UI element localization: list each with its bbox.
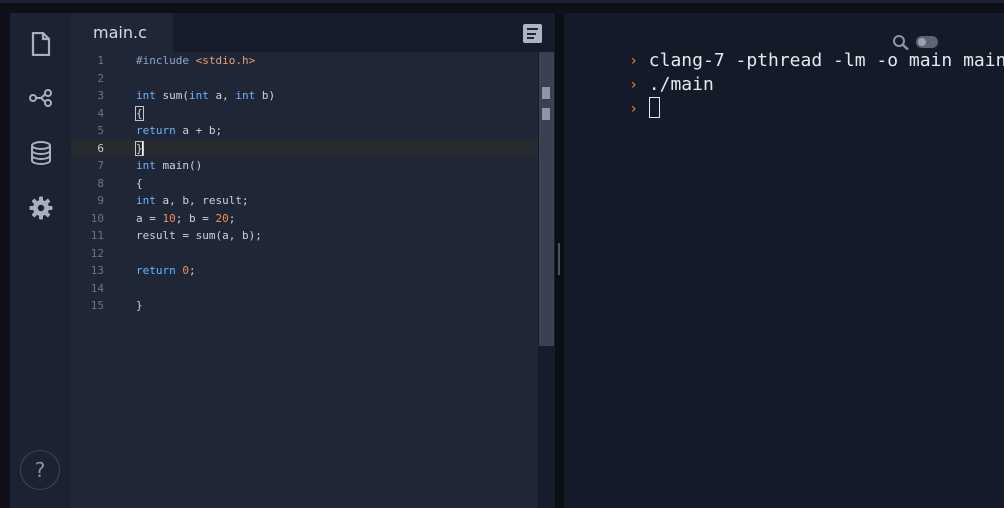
line-number: 7 [97, 159, 104, 172]
help-button[interactable]: ? [20, 450, 60, 490]
scrollbar-marker [542, 108, 550, 120]
editor-tab-bar: main.c [71, 13, 555, 52]
line-number: 9 [97, 194, 104, 207]
terminal-line: › [586, 73, 660, 118]
code-text: } [136, 299, 143, 312]
code-text: int sum(int a, int b) [136, 89, 276, 102]
line-number: 1 [97, 54, 104, 67]
line-number: 5 [97, 124, 104, 137]
line-number: 11 [90, 229, 104, 242]
database-icon [30, 141, 51, 165]
code-text: #include <stdio.h> [136, 54, 256, 67]
file-icon [31, 32, 50, 56]
editor-menu-button[interactable] [523, 24, 542, 43]
line-number: 10 [90, 211, 104, 225]
help-label: ? [34, 458, 46, 482]
code-text: { [136, 176, 143, 190]
editor-scrollbar[interactable] [538, 52, 555, 508]
code-text: result = sum(a, b); [136, 229, 262, 242]
sidebar-item-files[interactable] [10, 24, 71, 64]
code-text: { [135, 105, 144, 121]
line-number: 14 [90, 281, 104, 295]
code-line: 9 int a, b, result; [71, 192, 538, 210]
code-line: 12 [71, 245, 538, 263]
line-number: 4 [97, 106, 104, 120]
resize-handle[interactable] [558, 243, 560, 275]
scrollbar-marker [542, 87, 550, 99]
top-border [0, 0, 1004, 3]
sidebar-item-settings[interactable] [10, 188, 71, 228]
sidebar-item-share[interactable] [10, 78, 71, 118]
sidebar: ? [10, 13, 71, 508]
toggle-icon[interactable] [916, 36, 938, 48]
sidebar-item-database[interactable] [10, 133, 71, 173]
terminal-tools [892, 34, 938, 50]
code-line: 7 int main() [71, 157, 538, 175]
code-line: 5 return a + b; [71, 122, 538, 140]
gear-icon [29, 196, 52, 220]
code-text: } [135, 140, 144, 156]
code-line: 2 [71, 70, 538, 88]
code-line: 11 result = sum(a, b); [71, 227, 538, 245]
tab-main-c[interactable]: main.c [71, 13, 173, 52]
tab-label: main.c [93, 23, 147, 42]
terminal-line: › ./main [586, 49, 713, 95]
line-number: 15 [90, 299, 104, 312]
code-text: int main() [136, 159, 203, 172]
line-number: 13 [90, 264, 104, 277]
code-text: a = 10; b = 20; [136, 211, 236, 225]
line-number: 3 [97, 89, 104, 102]
terminal-line: › clang-7 -pthread -lm -o main main.c [586, 25, 1004, 71]
code-line: 3 int sum(int a, int b) [71, 87, 538, 105]
code-line: 13 return 0; [71, 262, 538, 280]
code-text: return a + b; [136, 124, 223, 137]
code-area[interactable]: 1 #include <stdio.h> 2 3 int sum(int a, … [71, 52, 538, 508]
code-line: 10 a = 10; b = 20; [71, 210, 538, 228]
terminal-cursor [648, 97, 660, 118]
code-line: 4 { [71, 105, 538, 123]
code-line: 15 } [71, 297, 538, 315]
code-line: 14 [71, 280, 538, 298]
line-number: 8 [97, 176, 104, 190]
code-text: return 0; [136, 264, 196, 277]
share-icon [28, 89, 52, 107]
code-line-active: 6 } [71, 139, 538, 157]
line-number: 12 [90, 246, 104, 260]
text-cursor [141, 141, 143, 155]
code-line: 8 { [71, 175, 538, 193]
prompt-icon: › [629, 101, 638, 117]
code-editor: main.c 1 #include <stdio.h> 2 3 int sum(… [71, 13, 555, 508]
code-line: 1 #include <stdio.h> [71, 52, 538, 70]
terminal[interactable]: › clang-7 -pthread -lm -o main main.c › ./… [564, 13, 1004, 508]
line-number: 2 [97, 71, 104, 85]
line-number: 6 [97, 141, 104, 155]
code-text: int a, b, result; [136, 194, 249, 207]
zoom-icon[interactable] [892, 34, 910, 50]
